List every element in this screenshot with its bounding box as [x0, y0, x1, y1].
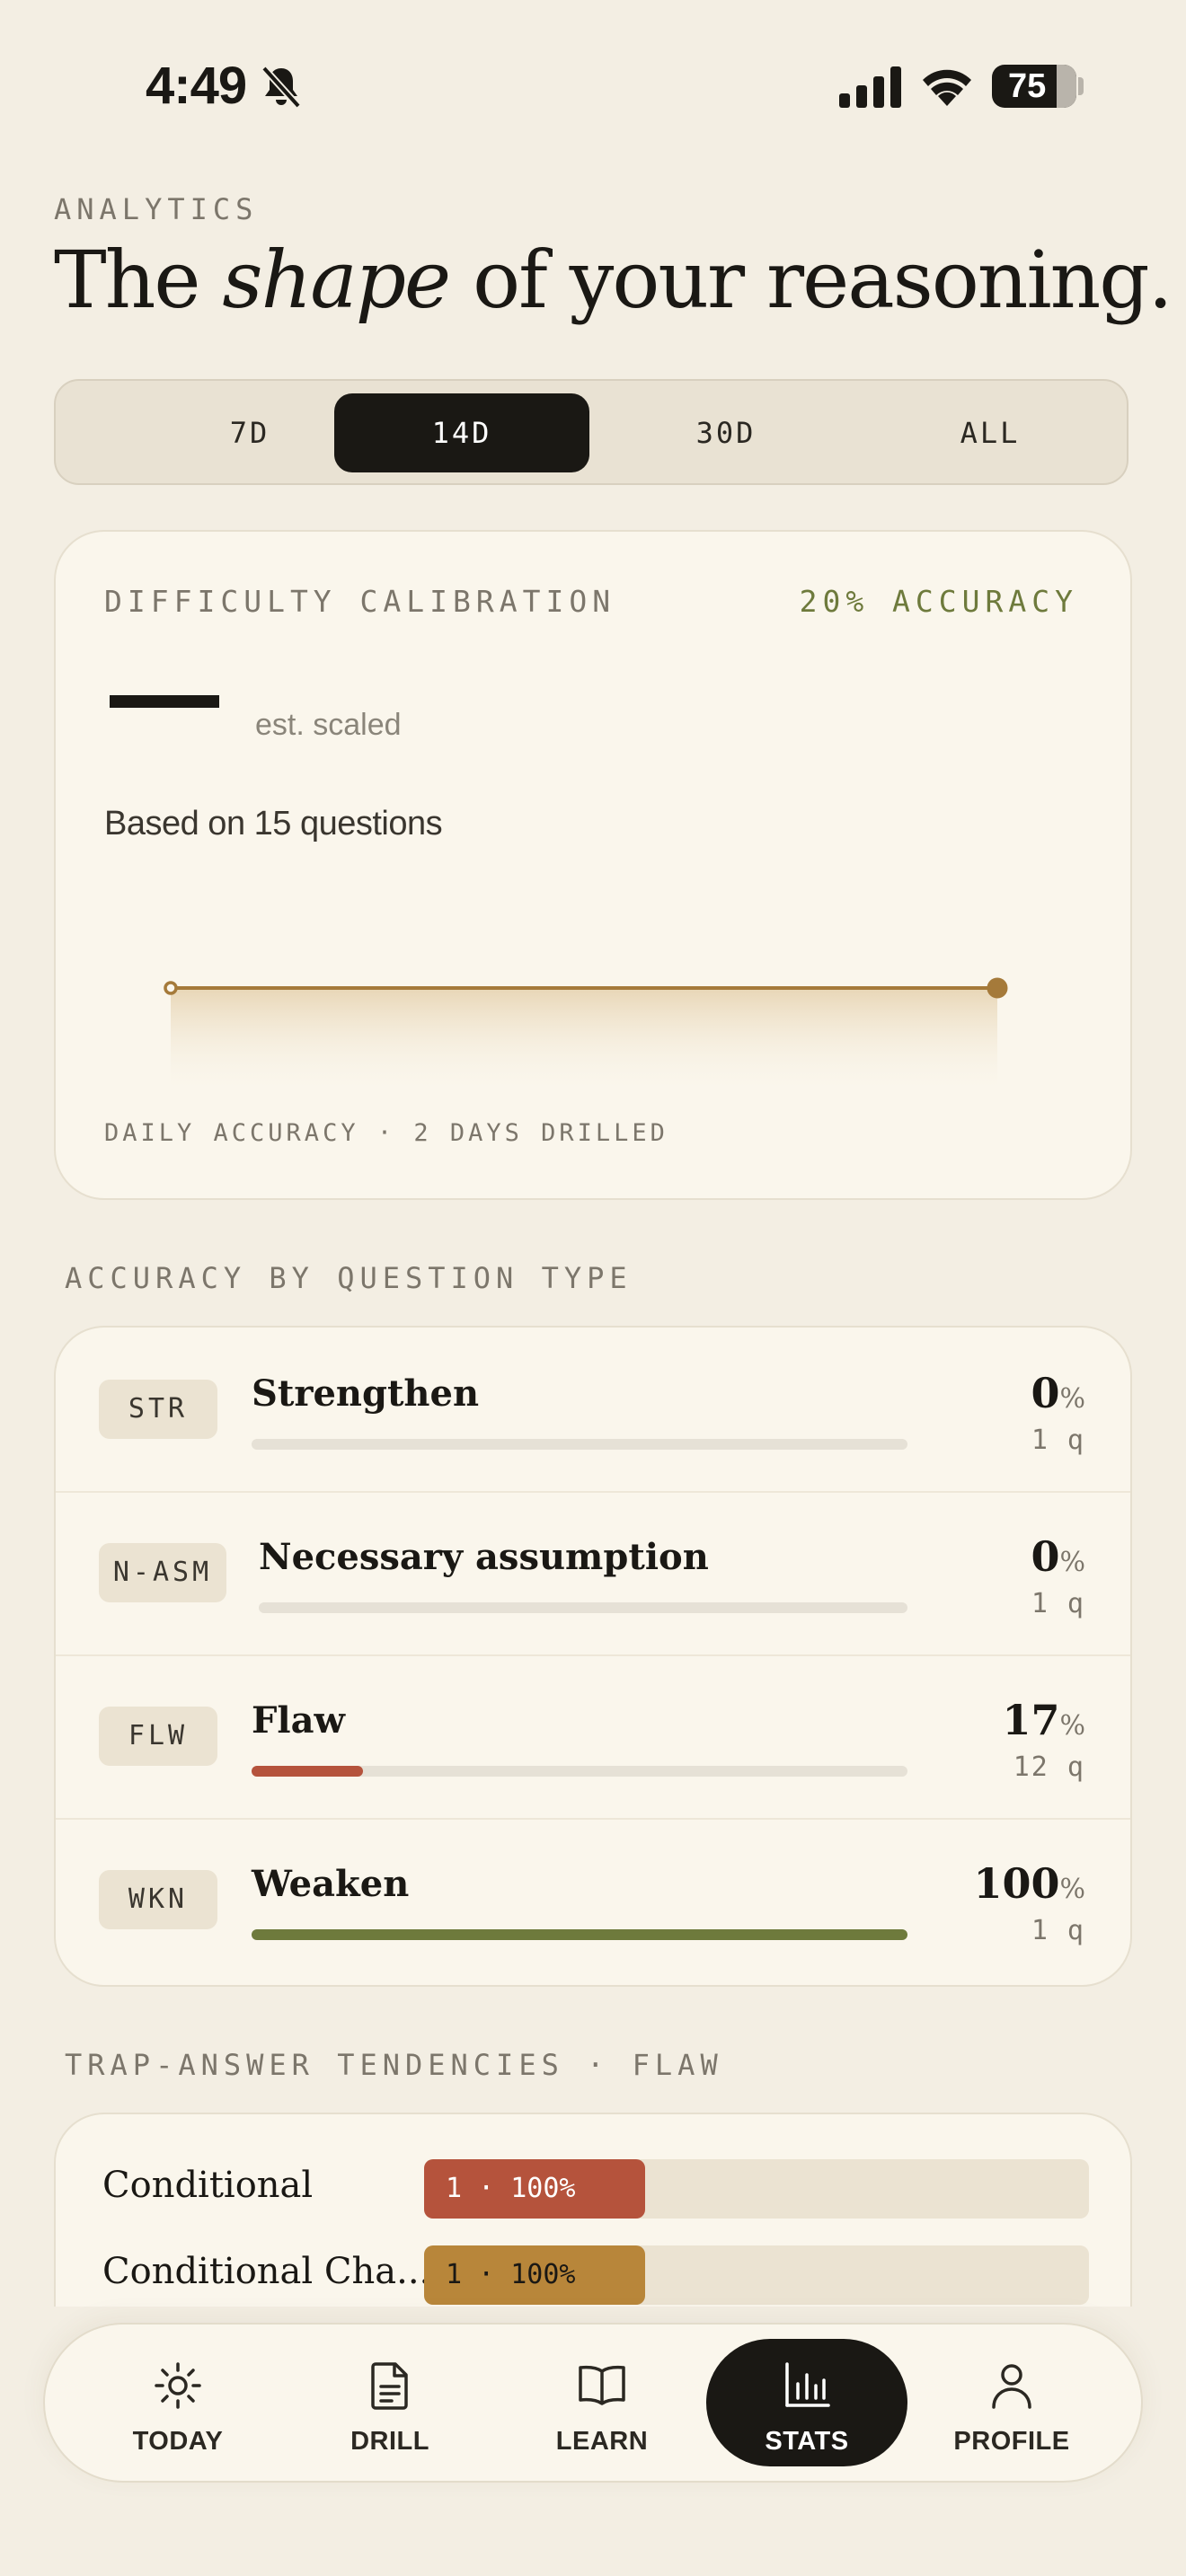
scaled-score-placeholder [110, 695, 219, 708]
est-scaled-label: est. scaled [255, 708, 402, 742]
question-type-row[interactable]: N-ASM Necessary assumption 0% 1 q [56, 1491, 1130, 1654]
accuracy-point [987, 977, 1008, 999]
trap-name: Conditional [102, 2165, 314, 2206]
accuracy-percent: 17% [1002, 1696, 1085, 1744]
tab-today[interactable]: TODAY [77, 2339, 279, 2466]
calibration-label: DIFFICULTY CALIBRATION [104, 584, 616, 619]
question-count: 1 q [1031, 1915, 1085, 1946]
tab-profile[interactable]: PROFILE [911, 2339, 1112, 2466]
accuracy-percent: 0% [1031, 1532, 1085, 1581]
tab-label: TODAY [132, 2427, 224, 2456]
wifi-icon [923, 69, 971, 106]
accuracy-bar-fill [252, 1766, 364, 1777]
page-eyebrow: ANALYTICS [54, 192, 259, 226]
bar-chart-icon [785, 2362, 830, 2407]
calibration-card [54, 530, 1132, 1200]
range-tab-all[interactable]: ALL [863, 393, 1118, 472]
trap-name: Conditional Cha... [102, 2251, 431, 2292]
question-count: 1 q [1031, 1425, 1085, 1456]
accuracy-area [171, 988, 997, 1096]
trap-bar-fill: 1 · 100% [424, 2159, 645, 2219]
range-segmented-control: 7D 14D 30D ALL [54, 379, 1128, 485]
person-icon [992, 2364, 1031, 2409]
question-type-name: Flaw [252, 1699, 345, 1742]
section-label-question-type: ACCURACY BY QUESTION TYPE [65, 1261, 633, 1295]
question-type-card: STR Strengthen 0% 1 q N-ASM Necessary as… [54, 1326, 1132, 1987]
tab-label: STATS [765, 2427, 849, 2456]
trap-bar-fill: 1 · 100% [424, 2245, 645, 2305]
bell-muted-icon [261, 66, 301, 109]
book-icon [579, 2365, 625, 2405]
tab-stats[interactable]: STATS [706, 2339, 907, 2466]
trap-bar-track: 1 · 100% [424, 2245, 1089, 2305]
range-tab-14d[interactable]: 14D [334, 393, 589, 472]
based-on-count: Based on 15 questions [104, 805, 443, 842]
tab-label: DRILL [350, 2427, 429, 2456]
status-time: 4:49 [146, 57, 247, 115]
accuracy-bar-track [252, 1766, 907, 1777]
tab-label: LEARN [555, 2427, 649, 2456]
accuracy-bar-track [252, 1929, 907, 1940]
bottom-tab-bar: TODAY DRILL LEARN STATS PROFILE [43, 2323, 1143, 2483]
tab-drill[interactable]: DRILL [289, 2339, 491, 2466]
battery-nub [1078, 77, 1084, 95]
accuracy-percent: 100% [973, 1859, 1085, 1908]
section-label-trap-tendencies: TRAP-ANSWER TENDENCIES · FLAW [65, 2048, 723, 2082]
sun-icon [155, 2362, 201, 2409]
daily-accuracy-chart [164, 977, 1008, 1096]
question-type-tag: FLW [99, 1707, 217, 1766]
question-type-row[interactable]: FLW Flaw 17% 12 q [56, 1654, 1130, 1818]
question-type-name: Necessary assumption [259, 1536, 709, 1578]
question-type-tag: STR [99, 1380, 217, 1439]
trap-bar-track: 1 · 100% [424, 2159, 1089, 2219]
page-title: The shape of your reasoning. [54, 234, 1173, 326]
battery-indicator: 75 [992, 65, 1076, 108]
question-type-row[interactable]: WKN Weaken 100% 1 q [56, 1818, 1130, 1981]
accuracy-bar-track [252, 1439, 907, 1450]
question-count: 1 q [1031, 1588, 1085, 1619]
accuracy-point [164, 981, 178, 995]
chart-footer-label: DAILY ACCURACY · 2 DAYS DRILLED [104, 1119, 668, 1147]
question-type-name: Weaken [252, 1863, 410, 1905]
accuracy-bar-track [259, 1602, 907, 1613]
question-count: 12 q [1013, 1751, 1085, 1783]
tab-label: PROFILE [953, 2427, 1070, 2456]
accuracy-percent: 0% [1031, 1369, 1085, 1417]
cellular-signal-icon [839, 66, 901, 108]
range-tab-30d[interactable]: 30D [598, 393, 854, 472]
question-type-tag: N-ASM [99, 1543, 226, 1602]
tab-learn[interactable]: LEARN [501, 2339, 703, 2466]
calibration-accuracy: 20% ACCURACY [799, 584, 1078, 619]
accuracy-bar-fill [252, 1929, 907, 1940]
question-type-name: Strengthen [252, 1372, 480, 1415]
question-type-row[interactable]: STR Strengthen 0% 1 q [56, 1328, 1130, 1491]
document-icon [371, 2362, 408, 2410]
question-type-tag: WKN [99, 1870, 217, 1929]
